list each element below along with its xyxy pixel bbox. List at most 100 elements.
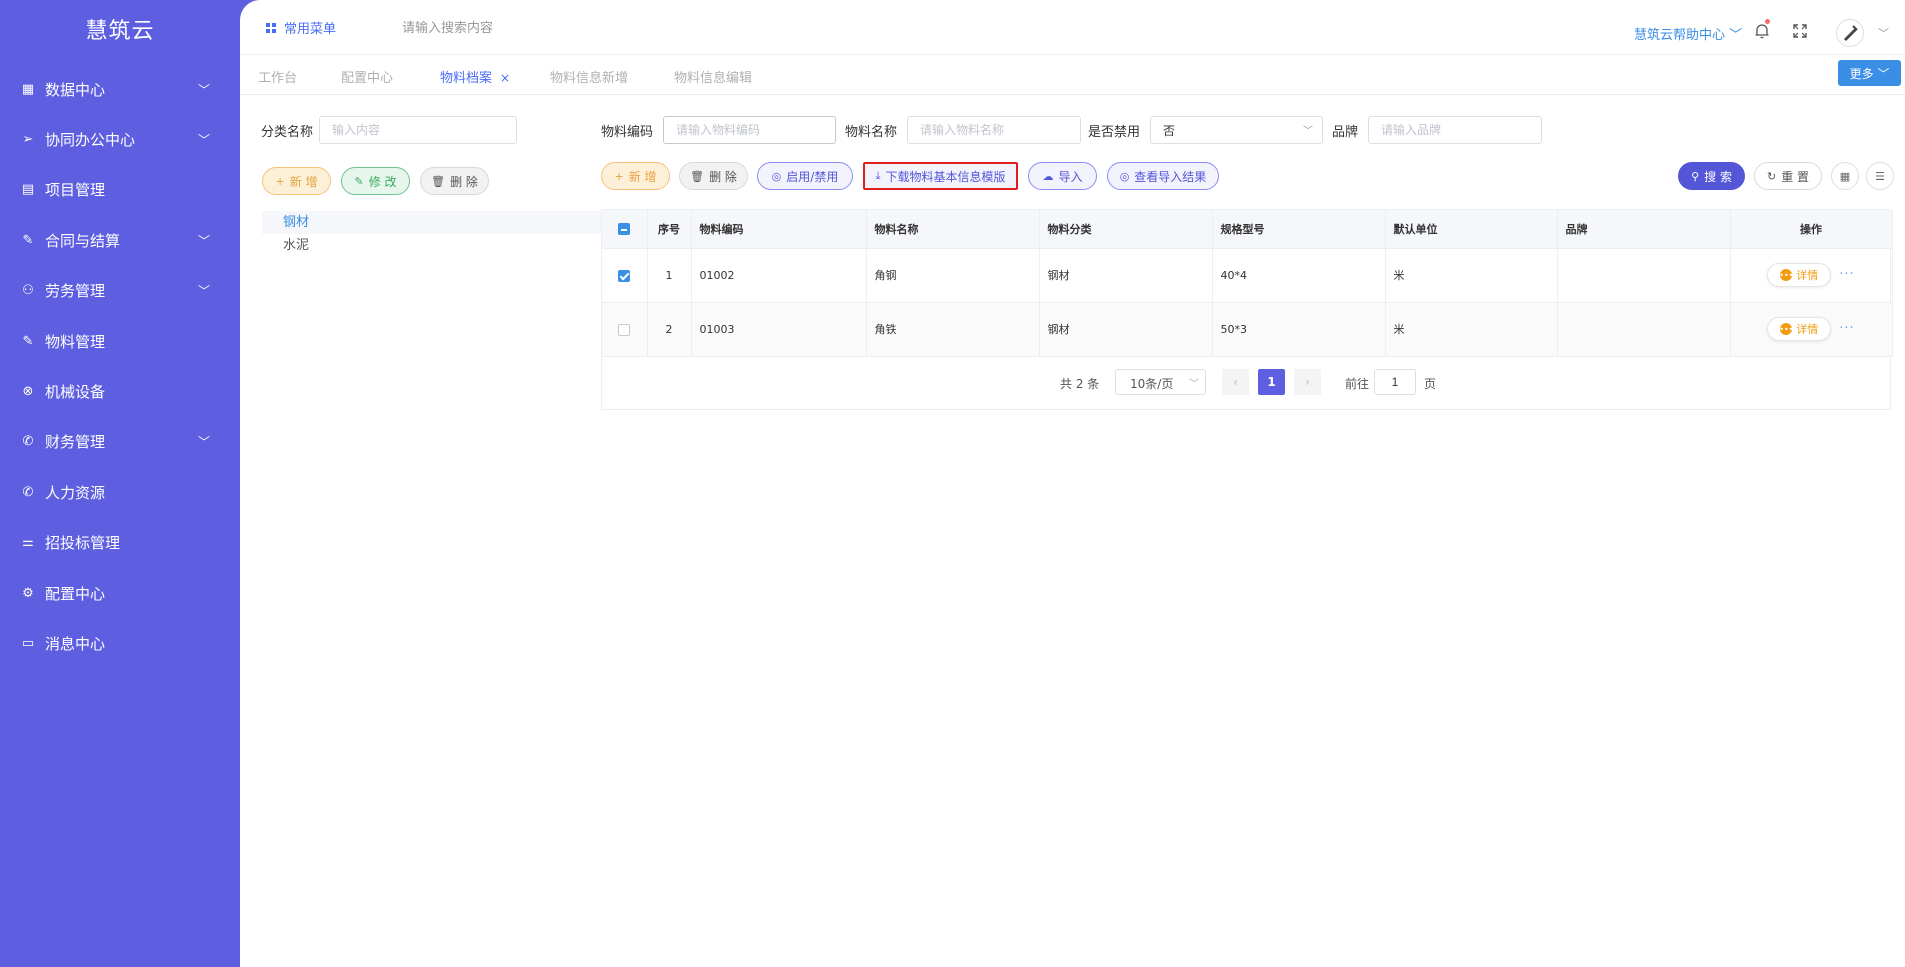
chevron-down-icon: ﹀ bbox=[1189, 378, 1199, 390]
tab-material-archive[interactable]: 物料档案 × bbox=[440, 67, 510, 86]
brand-input[interactable] bbox=[1368, 116, 1543, 144]
sidebar-item-11[interactable]: ▭ 消息中心 bbox=[0, 618, 240, 668]
table-header-row: 序号 物料编码 物料名称 物料分类 规格型号 默认单位 品牌 操作 bbox=[602, 210, 1893, 249]
phone-icon: ✆ bbox=[22, 434, 34, 450]
name-input[interactable] bbox=[907, 116, 1082, 144]
disabled-select-input[interactable] bbox=[1150, 116, 1324, 144]
view-import-result-button[interactable]: ◎ 查看导入结果 bbox=[1107, 162, 1219, 190]
chevron-down-icon[interactable]: ﹀ bbox=[198, 282, 210, 299]
category-name-label: 分类名称 bbox=[261, 124, 314, 140]
next-page-button[interactable]: › bbox=[1294, 368, 1321, 395]
help-center-link[interactable]: 慧筑云帮助中心 ﹀ bbox=[1634, 24, 1742, 43]
category-actions: + 新 增 ✎ 修 改 🗑 删 除 bbox=[262, 167, 489, 195]
sidebar-item-7[interactable]: ✆ 财务管理 ﹀ bbox=[0, 417, 240, 467]
brand-label: 品牌 bbox=[1332, 124, 1359, 140]
plus-icon: + bbox=[275, 174, 285, 188]
fullscreen-icon[interactable] bbox=[1793, 24, 1807, 38]
tree-item-cement[interactable]: 水泥 bbox=[262, 234, 602, 257]
tab-config-center[interactable]: 配置中心 bbox=[341, 67, 393, 86]
settings-icon[interactable]: ☰ bbox=[1866, 162, 1894, 190]
sidebar-item-label: 物料管理 bbox=[45, 332, 106, 351]
tab-workbench[interactable]: 工作台 bbox=[258, 67, 297, 86]
tree-item-steel[interactable]: 钢材 bbox=[262, 211, 602, 234]
edit-icon: ✎ bbox=[22, 232, 34, 248]
tab-material-add[interactable]: 物料信息新增 bbox=[550, 67, 628, 86]
chevron-down-icon[interactable]: ﹀ bbox=[198, 232, 210, 249]
row-spec: 40*4 bbox=[1212, 248, 1386, 303]
plus-icon: + bbox=[614, 169, 624, 183]
category-add-button[interactable]: + 新 增 bbox=[262, 167, 331, 195]
bell-icon[interactable] bbox=[1753, 19, 1771, 40]
top-search-input[interactable] bbox=[402, 15, 642, 39]
code-filter: 物料编码 bbox=[601, 116, 837, 144]
chevron-down-icon[interactable]: ﹀ bbox=[198, 131, 210, 148]
disabled-select[interactable]: ﹀ bbox=[1150, 116, 1324, 144]
tab-material-edit[interactable]: 物料信息编辑 bbox=[674, 67, 752, 86]
sidebar-item-label: 劳务管理 bbox=[45, 282, 106, 301]
send-icon: ➢ bbox=[22, 132, 34, 148]
import-button[interactable]: ☁ 导入 bbox=[1028, 162, 1097, 190]
notification-dot bbox=[1765, 19, 1770, 24]
search-button[interactable]: ⚲ 搜 索 bbox=[1678, 162, 1745, 190]
sidebar-item-3[interactable]: ✎ 合同与结算 ﹀ bbox=[0, 215, 240, 265]
sidebar-item-label: 人力资源 bbox=[45, 483, 106, 502]
header-category: 物料分类 bbox=[1039, 210, 1213, 249]
sidebar-item-label: 配置中心 bbox=[45, 584, 106, 603]
sidebar-item-1[interactable]: ➢ 协同办公中心 ﹀ bbox=[0, 114, 240, 164]
avatar[interactable] bbox=[1836, 19, 1864, 47]
prev-page-button[interactable]: ‹ bbox=[1222, 368, 1249, 395]
row-checkbox[interactable] bbox=[618, 323, 631, 336]
total-count: 共 2 条 bbox=[1060, 376, 1100, 391]
category-filter: 分类名称 bbox=[261, 116, 518, 144]
category-delete-button[interactable]: 🗑 删 除 bbox=[420, 167, 489, 195]
sidebar-item-6[interactable]: ⊗ 机械设备 bbox=[0, 366, 240, 416]
more-button[interactable]: 更多 ﹀ bbox=[1838, 60, 1901, 86]
delete-button[interactable]: 🗑 删 除 bbox=[679, 162, 748, 190]
row-name: 角钢 bbox=[866, 248, 1040, 303]
select-all-checkbox[interactable] bbox=[618, 223, 631, 236]
sidebar-item-10[interactable]: ⚙ 配置中心 bbox=[0, 568, 240, 618]
name-label: 物料名称 bbox=[845, 124, 898, 140]
trash-icon: 🗑 bbox=[431, 174, 446, 188]
sidebar-item-label: 消息中心 bbox=[45, 634, 106, 653]
toggle-enable-button[interactable]: ◎ 启用/禁用 bbox=[757, 162, 853, 190]
table-row[interactable]: 2 01003 角铁 钢材 50*3 米 ••• 详情 ··· bbox=[602, 302, 1893, 357]
detail-button[interactable]: ••• 详情 bbox=[1767, 263, 1832, 287]
page-1-button[interactable]: 1 bbox=[1258, 368, 1285, 395]
disabled-filter: 是否禁用 ﹀ bbox=[1088, 116, 1324, 144]
sidebar-item-4[interactable]: ⚇ 劳务管理 ﹀ bbox=[0, 266, 240, 316]
category-name-input[interactable] bbox=[319, 116, 518, 144]
sliders-icon: ⚌ bbox=[22, 535, 34, 551]
table-row[interactable]: 1 01002 角钢 钢材 40*4 米 ••• 详情 ··· bbox=[602, 248, 1893, 303]
sidebar-item-2[interactable]: ▤ 项目管理 bbox=[0, 165, 240, 215]
more-actions-icon[interactable]: ··· bbox=[1839, 267, 1854, 282]
page-size-select[interactable]: 10条/页 ﹀ bbox=[1115, 368, 1206, 395]
add-button[interactable]: + 新 增 bbox=[601, 162, 670, 190]
chevron-down-icon[interactable]: ﹀ bbox=[198, 433, 210, 450]
sidebar-item-8[interactable]: ✆ 人力资源 bbox=[0, 467, 240, 517]
sidebar: 慧筑云 ▦ 数据中心 ﹀ ➢ 协同办公中心 ﹀ ▤ 项目管理 ✎ 合同与结算 ﹀ ⚇ 劳务管理 ﹀ ✎ 物料管… bbox=[0, 0, 240, 967]
column-grid-icon[interactable]: ▦ bbox=[1831, 162, 1859, 190]
category-edit-button[interactable]: ✎ 修 改 bbox=[341, 167, 410, 195]
sidebar-item-label: 招投标管理 bbox=[45, 534, 121, 553]
code-input[interactable] bbox=[663, 116, 837, 144]
more-actions-icon[interactable]: ··· bbox=[1839, 321, 1854, 336]
row-actions: ••• 详情 ··· bbox=[1730, 248, 1893, 303]
row-checkbox[interactable] bbox=[618, 269, 631, 282]
sidebar-item-9[interactable]: ⚌ 招投标管理 bbox=[0, 518, 240, 568]
gear-icon: ⚙ bbox=[22, 585, 34, 601]
chevron-down-icon[interactable]: ﹀ bbox=[198, 81, 210, 98]
download-template-button[interactable]: ⤓ 下载物料基本信息模版 bbox=[863, 162, 1018, 190]
goto-label: 前往 bbox=[1345, 376, 1370, 391]
row-brand bbox=[1557, 302, 1731, 357]
reset-button[interactable]: ↻ 重 置 bbox=[1754, 162, 1822, 190]
common-menu-button[interactable]: 常用菜单 bbox=[266, 18, 336, 37]
detail-button[interactable]: ••• 详情 bbox=[1767, 317, 1832, 341]
row-select-cell bbox=[602, 248, 648, 303]
chevron-down-icon[interactable]: ﹀ bbox=[1878, 25, 1889, 41]
sidebar-item-5[interactable]: ✎ 物料管理 bbox=[0, 316, 240, 366]
goto-page-input[interactable] bbox=[1374, 368, 1416, 395]
close-icon[interactable]: × bbox=[500, 71, 510, 85]
common-menu-label: 常用菜单 bbox=[284, 22, 337, 37]
sidebar-item-0[interactable]: ▦ 数据中心 ﹀ bbox=[0, 64, 240, 114]
